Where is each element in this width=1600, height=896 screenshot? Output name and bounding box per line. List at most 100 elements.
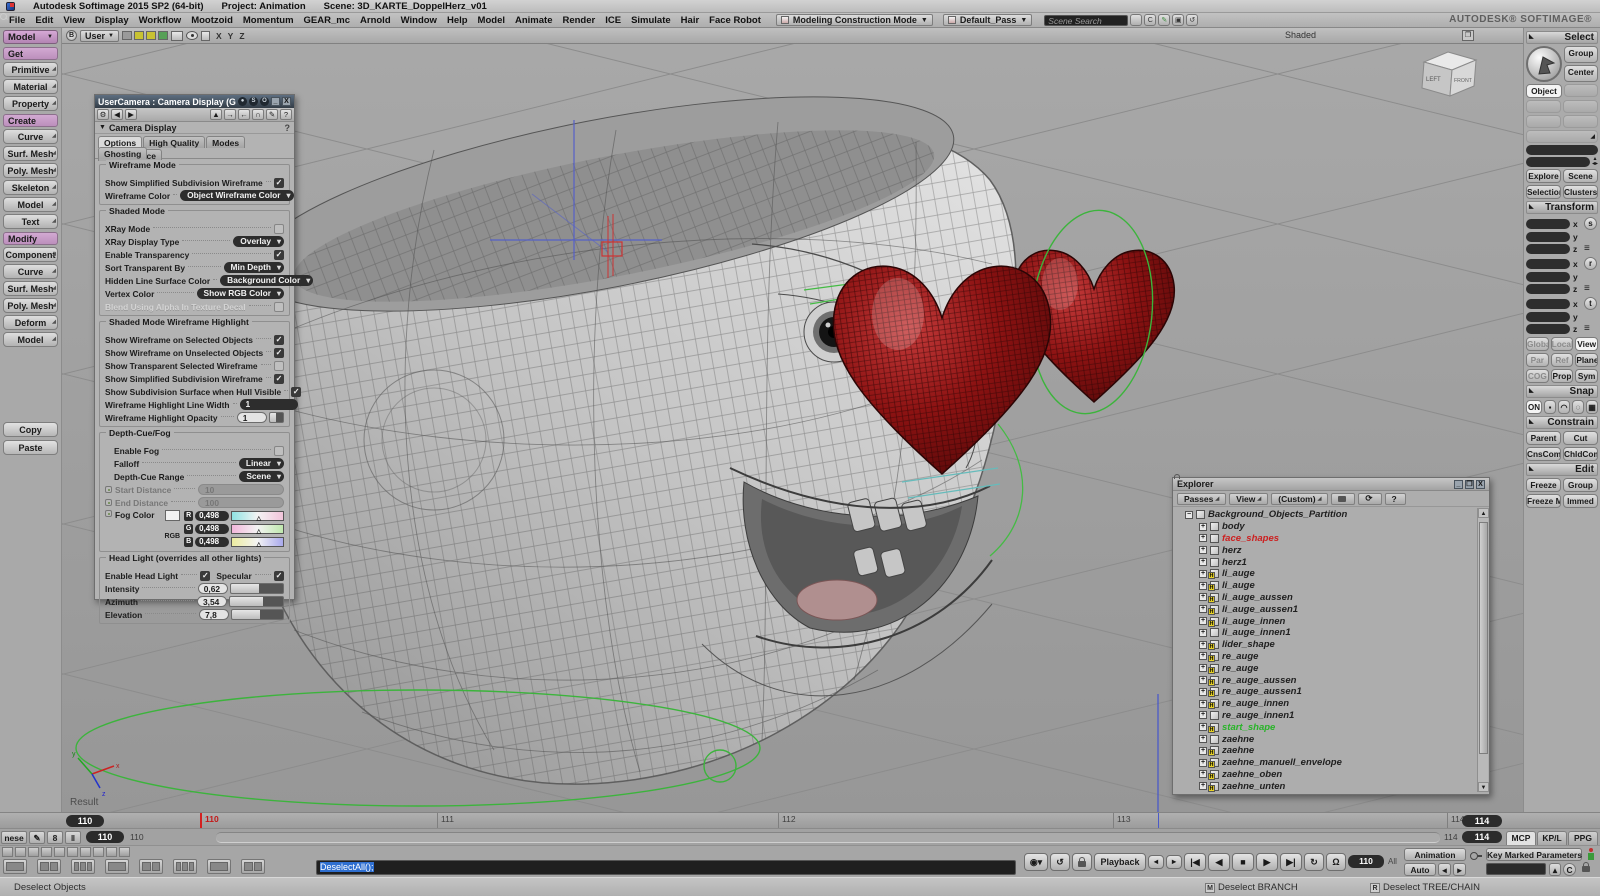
next-key-icon[interactable]: ▸ (1453, 863, 1466, 876)
search-history-icon[interactable]: ↺ (1186, 14, 1198, 26)
construction-mode-combo[interactable]: Modeling Construction Mode ▼ (776, 14, 933, 26)
slider[interactable] (231, 609, 284, 620)
selection-button[interactable]: Selection (1526, 185, 1561, 199)
next-icon[interactable]: ▶ (125, 109, 137, 120)
tab-high-quality[interactable]: High Quality (143, 136, 205, 148)
tree-item-herz[interactable]: +herz (1185, 544, 1476, 556)
checkbox[interactable]: ✓ (274, 348, 284, 358)
param-wireframe-color[interactable]: Wireframe ColorObject Wireframe Color (100, 189, 289, 202)
update-icon[interactable]: ⚙ (97, 109, 109, 120)
script-command-line[interactable]: DeselectAll(); (316, 860, 1016, 875)
expand-icon[interactable]: + (1199, 582, 1207, 590)
transform-field-t-y[interactable] (1526, 312, 1570, 322)
cut-button[interactable]: Cut (1563, 431, 1598, 445)
scroll-down-icon[interactable]: ▼ (1478, 782, 1489, 792)
script-icon[interactable]: S (249, 97, 258, 106)
checkbox[interactable]: ✓ (200, 571, 210, 581)
spinner-icons[interactable]: ▴◂▸ (1592, 157, 1598, 167)
expand-icon[interactable]: + (1199, 558, 1207, 566)
dropdown[interactable]: Background Color (220, 275, 313, 286)
toolbar-button-poly-mesh[interactable]: Poly. Mesh (3, 298, 58, 313)
paste-button[interactable]: Paste (3, 440, 58, 455)
param-show-wireframe-on-unselected-objects[interactable]: Show Wireframe on Unselected Objects✓ (100, 346, 289, 359)
close-icon[interactable]: X (282, 97, 291, 106)
param-xray-display-type[interactable]: XRay Display TypeOverlay (100, 235, 289, 248)
channel-value[interactable]: 0,498 (195, 524, 229, 534)
tree-root[interactable]: −Background_Objects_Partition (1185, 509, 1476, 521)
toolbar-button-poly-mesh[interactable]: Poly. Mesh (3, 163, 58, 178)
snap-ref-grid-icon[interactable]: ▦ (1586, 400, 1598, 414)
cycle-icon[interactable]: C (1563, 863, 1576, 876)
group-button[interactable]: Group (1564, 46, 1598, 63)
value-field[interactable]: 10 (198, 484, 284, 495)
tree-item-li-auge-innen[interactable]: +Hli_auge_innen (1185, 615, 1476, 627)
group-button[interactable]: Group (1563, 478, 1598, 492)
menu-render[interactable]: Render (557, 15, 600, 26)
local-button[interactable]: Local (1551, 337, 1574, 351)
minimize-icon[interactable]: _ (1454, 480, 1463, 489)
tree-item-re-auge-innen[interactable]: +Hre_auge_innen (1185, 698, 1476, 710)
select-header[interactable]: Select (1526, 31, 1598, 44)
mini-button-5[interactable] (54, 847, 65, 857)
prev-key-icon[interactable]: ◂ (1438, 863, 1451, 876)
constrain-header[interactable]: Constrain (1526, 416, 1598, 429)
snap-header[interactable]: Snap (1526, 385, 1598, 398)
tab-modes[interactable]: Modes (206, 136, 245, 148)
value-field[interactable]: 1 (237, 412, 267, 423)
pen-icon[interactable]: ✎ (29, 831, 45, 844)
param-show-wireframe-on-selected-objects[interactable]: Show Wireframe on Selected Objects✓ (100, 333, 289, 346)
frame-step-back-icon[interactable]: ◂ (1148, 855, 1164, 869)
expand-icon[interactable]: + (1199, 770, 1207, 778)
layout-button-5[interactable] (139, 859, 163, 874)
character-keyset-combo[interactable] (1486, 863, 1546, 875)
mini-button-7[interactable] (80, 847, 91, 857)
memo-cam-2[interactable] (134, 31, 144, 40)
filter-wide-slot[interactable]: ◢ (1526, 130, 1598, 143)
param-intensity[interactable]: Intensity0,62 (100, 582, 289, 595)
layout-button-7[interactable] (207, 859, 231, 874)
layout-button-3[interactable] (71, 859, 95, 874)
value-field[interactable]: 1 (240, 399, 298, 410)
menu-hair[interactable]: Hair (676, 15, 704, 26)
tree-item-zaehne-unten[interactable]: +Hzaehne_unten (1185, 780, 1476, 792)
checkbox[interactable] (274, 224, 284, 234)
explorer-passes-button[interactable]: Passes (1177, 493, 1226, 505)
playhead[interactable] (200, 813, 202, 829)
memo-cam-3[interactable] (146, 31, 156, 40)
lock-icon[interactable] (1331, 493, 1355, 505)
menu-simulate[interactable]: Simulate (626, 15, 676, 26)
layout-button-6[interactable] (173, 859, 197, 874)
memo-cam-1[interactable] (122, 31, 132, 40)
checkbox[interactable]: ✓ (274, 250, 284, 260)
snap-on-toggle[interactable]: ON (1526, 400, 1542, 414)
sym-button[interactable]: Sym (1575, 369, 1598, 383)
param-enable-transparency[interactable]: Enable Transparency✓ (100, 248, 289, 261)
object-button[interactable]: Object (1526, 84, 1562, 98)
anim-divot-icon[interactable] (105, 486, 112, 493)
axis-z-label[interactable]: Z (239, 31, 244, 41)
menu-lines-icon[interactable]: ≡ (1584, 243, 1590, 254)
explorer-window[interactable]: Explorer _ ❐ X PassesView(Custom)⟳? −Bac… (1172, 477, 1490, 795)
checkbox[interactable]: ✓ (274, 374, 284, 384)
expand-icon[interactable]: + (1199, 534, 1207, 542)
stop-icon[interactable]: ■ (1232, 853, 1254, 871)
toolbar-button-text[interactable]: Text (3, 214, 58, 229)
range-end-pill[interactable]: 114 (1462, 831, 1502, 843)
dialog-section-header[interactable]: ▼ Camera Display ? (95, 122, 294, 134)
snap-grid-icon[interactable]: ◌ (1572, 400, 1584, 414)
playback-frame-field[interactable]: 110 (1348, 855, 1384, 868)
tree-item-zaehne[interactable]: +zaehne (1185, 733, 1476, 745)
tree-item-zaehne-oben[interactable]: +Hzaehne_oben (1185, 769, 1476, 781)
playback-options-icon[interactable]: ◉▾ (1024, 853, 1048, 871)
checkbox[interactable]: ✓ (291, 387, 301, 397)
dropdown[interactable]: Show RGB Color (197, 288, 284, 299)
module-selector[interactable]: Model (3, 30, 58, 44)
param-azimuth[interactable]: Azimuth3,54 (100, 595, 289, 608)
tree-item-zaehne-manuell-envelope[interactable]: +Hzaehne_manuell_envelope (1185, 757, 1476, 769)
transform-header[interactable]: Transform (1526, 201, 1598, 214)
param-elevation[interactable]: Elevation7,8 (100, 608, 289, 621)
end-frame-pill[interactable]: 114 (1462, 815, 1502, 827)
selection-text-field[interactable] (1526, 145, 1598, 155)
tree-item-re-auge[interactable]: +Hre_auge (1185, 651, 1476, 663)
toolbar-button-primitive[interactable]: Primitive (3, 62, 58, 77)
